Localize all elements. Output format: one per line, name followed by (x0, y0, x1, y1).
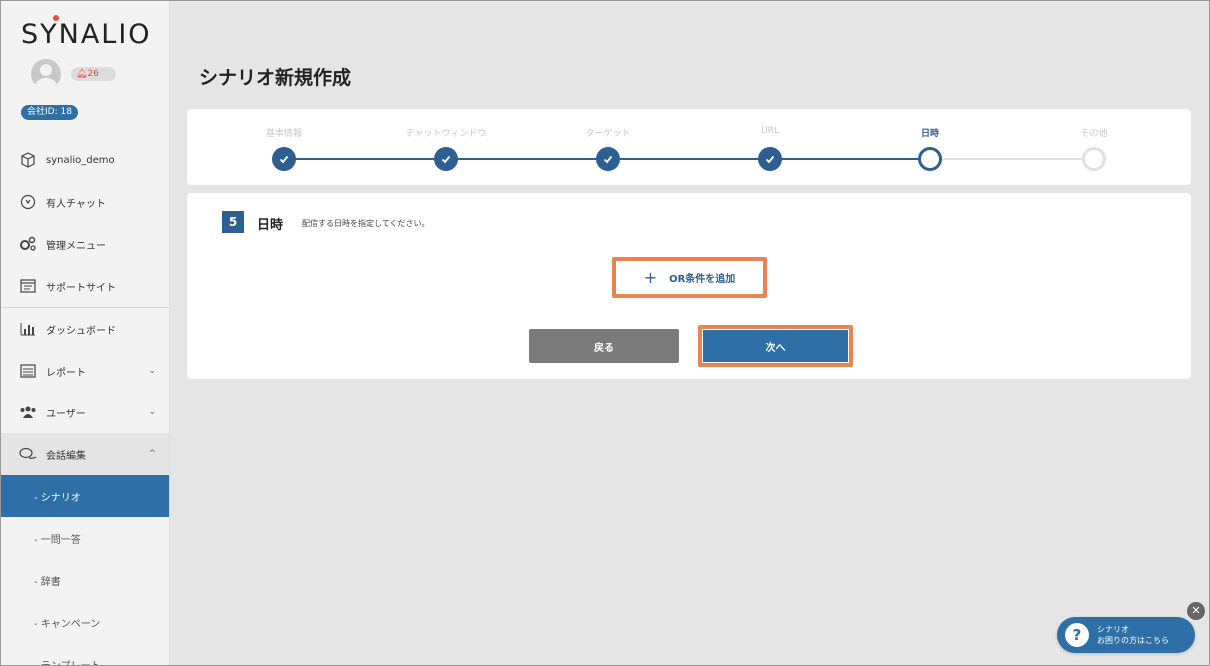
sidebar-subitem-template[interactable]: - テンプレート (1, 643, 169, 666)
bar-chart-icon (19, 320, 37, 338)
page-title: シナリオ新規作成 (199, 67, 352, 89)
gears-icon (19, 235, 37, 253)
step-progress: 基本情報 チャットウィンドウ ターゲット URL 日時 その他 (187, 109, 1191, 185)
notification-count: 26 (87, 69, 99, 79)
window-icon (19, 277, 37, 295)
sidebar-item-live-chat[interactable]: 有人チャット (1, 181, 169, 223)
sidebar-item-users[interactable]: ユーザー ⌄ (1, 391, 169, 433)
sidebar-subitem-dictionary[interactable]: - 辞書 (1, 559, 169, 601)
check-icon (765, 155, 775, 164)
sidebar-item-label: 管理メニュー (46, 240, 106, 252)
section-title: 日時 (257, 218, 284, 233)
step-label-datetime: 日時 (920, 129, 940, 139)
next-button[interactable]: 次へ (703, 330, 848, 362)
sidebar-item-label: ユーザー (46, 408, 86, 420)
chevron-down-icon: ⌄ (148, 366, 156, 376)
users-icon (19, 403, 37, 421)
sidebar-item-synalio-demo[interactable]: synalio_demo (1, 139, 169, 181)
step-circle-basic-info[interactable] (272, 147, 296, 171)
section-number: 5 (222, 211, 244, 233)
sidebar-subitem-qa[interactable]: - 一問一答 (1, 517, 169, 559)
plus-icon: + (643, 268, 658, 287)
sidebar-item-conversation-edit[interactable]: 会話編集 ^ (1, 433, 169, 475)
section-description: 配信する日時を指定してください。 (302, 219, 430, 228)
sidebar: SYNALIO 🔔︎26 会社ID: 18 synalio_demo 有人チャッ… (1, 1, 170, 666)
avatar[interactable] (31, 59, 61, 89)
chevron-down-icon: ⌄ (148, 407, 156, 417)
bell-icon: 🔔︎ (76, 69, 88, 79)
back-button[interactable]: 戻る (529, 329, 679, 363)
help-line-1: シナリオ (1097, 625, 1129, 634)
step-connector-pending (930, 158, 1094, 160)
add-or-condition-button[interactable]: + OR条件を追加 (617, 262, 762, 293)
step-circle-chat-window[interactable] (434, 147, 458, 171)
help-widget[interactable]: ? シナリオ お困りの方はこちら (1057, 617, 1195, 653)
sidebar-item-report[interactable]: レポート ⌄ (1, 350, 169, 392)
step-circle-target[interactable] (596, 147, 620, 171)
datetime-section-card: 5 日時 配信する日時を指定してください。 + OR条件を追加 戻る 次へ (187, 193, 1191, 379)
add-or-label: OR条件を追加 (669, 274, 736, 285)
step-label-basic-info: 基本情報 (265, 129, 303, 139)
sidebar-item-label: サポートサイト (46, 282, 116, 294)
list-icon (19, 362, 37, 380)
check-icon (603, 155, 613, 164)
step-circle-datetime[interactable] (918, 147, 942, 171)
step-label-target: ターゲット (585, 129, 631, 139)
step-label-other: その他 (1080, 129, 1108, 139)
sidebar-subitem-campaign[interactable]: - キャンペーン (1, 601, 169, 643)
chevron-up-icon: ^ (148, 449, 156, 459)
help-line-2: お困りの方はこちら (1097, 636, 1169, 645)
step-label-chat-window: チャットウィンドウ (405, 129, 487, 139)
question-icon: ? (1065, 623, 1089, 647)
close-icon[interactable]: ✕ (1187, 602, 1205, 620)
company-id-badge: 会社ID: 18 (21, 105, 78, 120)
step-circle-url[interactable] (758, 147, 782, 171)
sidebar-item-label: レポート (46, 367, 86, 379)
sidebar-subitem-scenario[interactable]: - シナリオ (1, 475, 169, 517)
sidebar-item-label: 有人チャット (46, 198, 106, 210)
sidebar-item-dashboard[interactable]: ダッシュボード (1, 308, 169, 350)
sidebar-item-label: ダッシュボード (46, 325, 116, 337)
chat-bubbles-icon (19, 445, 37, 463)
app-window: SYNALIO 🔔︎26 会社ID: 18 synalio_demo 有人チャッ… (0, 0, 1210, 666)
sidebar-item-support-site[interactable]: サポートサイト (1, 265, 169, 307)
synalio-logo[interactable]: SYNALIO (21, 19, 152, 50)
sidebar-item-admin-menu[interactable]: 管理メニュー (1, 223, 169, 265)
check-icon (279, 155, 289, 164)
logo-accent-dot (53, 15, 59, 21)
sidebar-item-label: synalio_demo (46, 154, 115, 166)
notification-badge[interactable]: 🔔︎26 (71, 67, 116, 81)
check-icon (441, 155, 451, 164)
sidebar-item-label: 会話編集 (46, 450, 86, 462)
step-circle-other (1082, 147, 1106, 171)
cube-icon (19, 151, 37, 169)
step-label-url: URL (761, 126, 779, 136)
headset-icon (19, 193, 37, 211)
